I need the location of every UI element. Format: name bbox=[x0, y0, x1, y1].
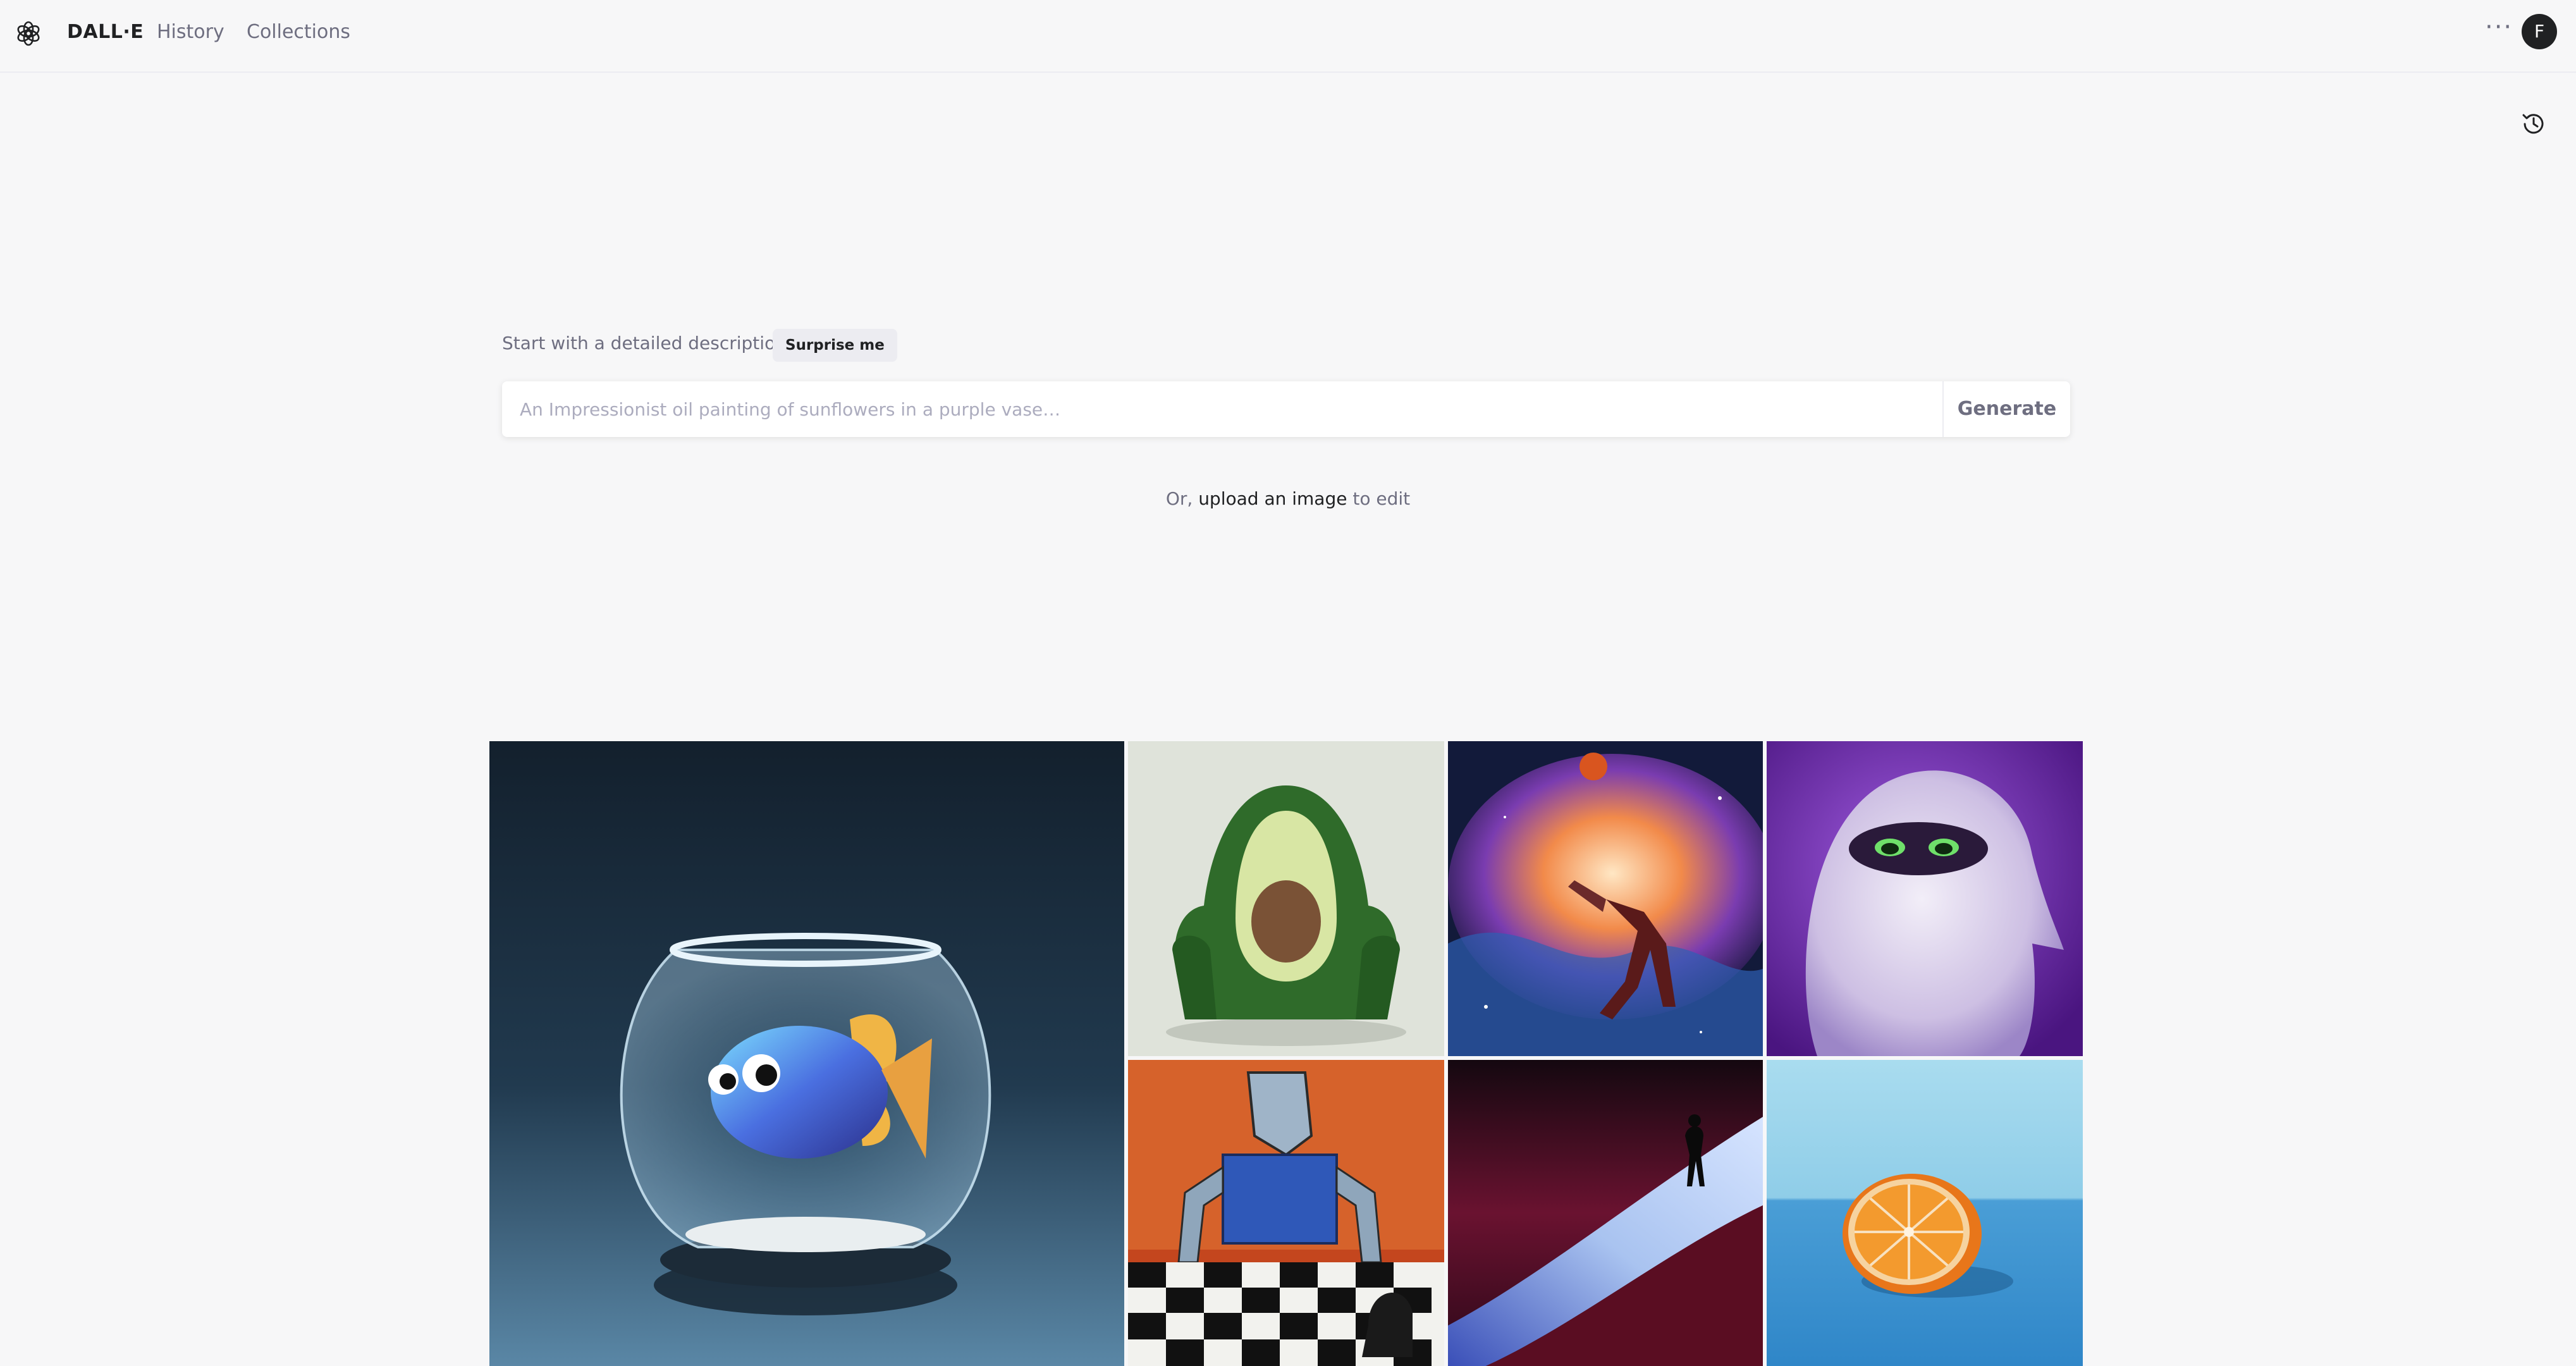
upload-hint: Or, upload an image to edit bbox=[0, 488, 2576, 509]
fish-bowl-image[interactable] bbox=[489, 741, 1124, 1366]
openai-logo-icon[interactable] bbox=[15, 20, 42, 47]
desert-dunes-image[interactable] bbox=[1448, 1060, 1763, 1366]
upload-image-link[interactable]: upload an image bbox=[1198, 488, 1347, 509]
avocado-chair-image[interactable] bbox=[1128, 741, 1444, 1056]
more-dots-icon[interactable]: ··· bbox=[2485, 13, 2513, 42]
upload-prefix: Or, bbox=[1165, 488, 1193, 509]
history-clock-icon[interactable] bbox=[2520, 110, 2548, 138]
purple-monster-image[interactable] bbox=[1767, 741, 2083, 1056]
top-bar: DALL·E History Collections ··· F bbox=[0, 0, 2576, 73]
example-gallery bbox=[0, 0, 2576, 1366]
prompt-box: Generate bbox=[502, 381, 2070, 437]
avatar[interactable]: F bbox=[2522, 14, 2557, 49]
nav-history[interactable]: History bbox=[157, 21, 224, 43]
prompt-label: Start with a detailed description bbox=[502, 333, 787, 354]
nav-collections[interactable]: Collections bbox=[247, 21, 350, 43]
brand-title[interactable]: DALL·E bbox=[67, 21, 144, 43]
space-dunk-painting-image[interactable] bbox=[1448, 741, 1763, 1056]
orange-half-image[interactable] bbox=[1767, 1060, 2083, 1366]
generate-button[interactable]: Generate bbox=[1942, 381, 2070, 437]
robot-chess-painting-image[interactable] bbox=[1128, 1060, 1444, 1366]
upload-suffix: to edit bbox=[1352, 488, 1411, 509]
surprise-me-button[interactable]: Surprise me bbox=[773, 329, 897, 362]
prompt-input[interactable] bbox=[502, 381, 1941, 437]
